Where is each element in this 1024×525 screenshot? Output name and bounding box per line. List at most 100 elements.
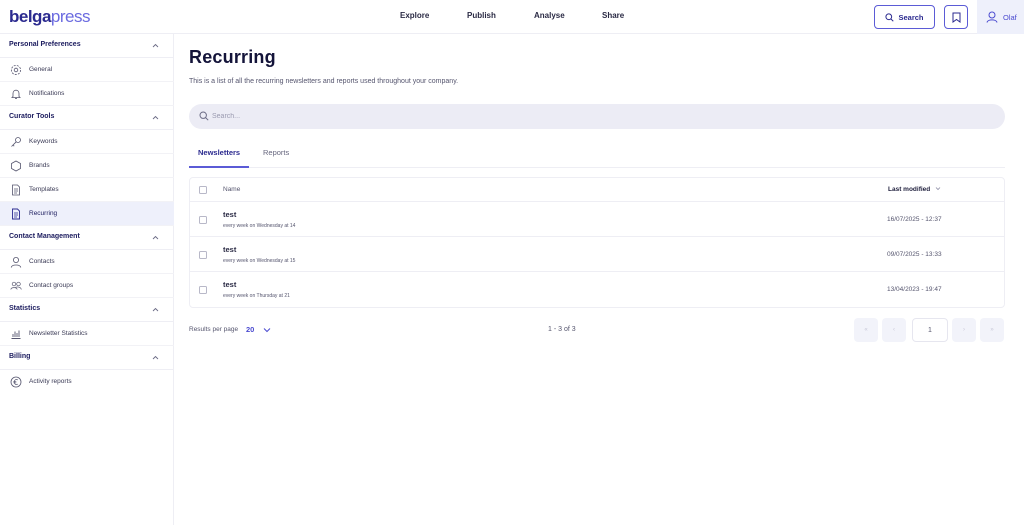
table-row[interactable]: test every week on Thursday at 21 13/04/…: [190, 272, 1004, 307]
chevron-down-icon[interactable]: [263, 327, 271, 333]
sidebar-item-label: Templates: [29, 186, 59, 193]
sidebar-section-personal-preferences[interactable]: Personal Preferences: [0, 34, 174, 58]
sidebar-item-label: Contact groups: [29, 282, 74, 289]
sidebar-item-label: General: [29, 66, 53, 73]
page-title: Recurring: [189, 47, 276, 67]
section-title: Personal Preferences: [9, 41, 81, 48]
row-title: test: [223, 210, 237, 219]
double-chevron-left-icon: «: [864, 327, 868, 333]
bookmark-icon: [952, 12, 960, 23]
nav-analyse[interactable]: Analyse: [534, 11, 565, 20]
tab-newsletters[interactable]: Newsletters: [189, 148, 250, 168]
table-header: Name Last modified: [190, 178, 1004, 202]
hexagon-icon: [11, 160, 21, 172]
chevron-up-icon: [152, 43, 159, 48]
search-button[interactable]: Search: [874, 5, 935, 29]
nav-publish[interactable]: Publish: [467, 11, 496, 20]
first-page-button[interactable]: «: [854, 318, 878, 342]
nav-explore[interactable]: Explore: [400, 11, 429, 20]
current-page-field[interactable]: 1: [912, 318, 948, 342]
row-title: test: [223, 245, 237, 254]
search-bar[interactable]: [189, 104, 1005, 129]
current-page-number: 1: [928, 326, 932, 334]
sidebar: Personal Preferences General Notificatio…: [0, 34, 174, 525]
sidebar-item-label: Recurring: [29, 210, 58, 217]
nav-share[interactable]: Share: [602, 11, 624, 20]
logo-part-2: press: [50, 7, 91, 26]
results-per-page-select[interactable]: 20: [246, 325, 254, 334]
sidebar-item-label: Notifications: [29, 90, 65, 97]
chevron-left-icon: ‹: [893, 327, 895, 333]
sidebar-item-keywords[interactable]: Keywords: [0, 130, 174, 154]
tab-bar: Newsletters Reports: [189, 144, 1005, 168]
sidebar-item-templates[interactable]: Templates: [0, 178, 174, 202]
row-last-modified: 13/04/2023 - 19:47: [887, 286, 942, 293]
search-button-label: Search: [898, 12, 924, 22]
top-bar: belgapress Explore Publish Analyse Share…: [0, 0, 1024, 34]
euro-icon: [10, 376, 22, 388]
sidebar-item-newsletter-statistics[interactable]: Newsletter Statistics: [0, 322, 174, 346]
sidebar-item-contacts[interactable]: Contacts: [0, 250, 174, 274]
row-last-modified: 09/07/2025 - 13:33: [887, 251, 942, 258]
last-page-button[interactable]: »: [980, 318, 1004, 342]
user-menu[interactable]: Olaf: [977, 0, 1024, 34]
section-title: Statistics: [9, 305, 41, 312]
sidebar-item-label: Activity reports: [29, 378, 72, 385]
row-schedule: every week on Wednesday at 15: [223, 258, 296, 264]
chevron-right-icon: ›: [963, 327, 965, 333]
sidebar-item-notifications[interactable]: Notifications: [0, 82, 174, 106]
row-last-modified: 16/07/2025 - 12:37: [887, 216, 942, 223]
section-title: Contact Management: [9, 233, 80, 240]
next-page-button[interactable]: ›: [952, 318, 976, 342]
search-icon: [199, 111, 209, 121]
chevron-up-icon: [152, 235, 159, 240]
bar-chart-icon: [11, 330, 21, 339]
logo-part-1: belga: [9, 7, 51, 26]
select-all-checkbox[interactable]: [199, 186, 207, 194]
bell-icon: [11, 89, 21, 99]
document-icon: [12, 184, 20, 196]
section-title: Curator Tools: [9, 113, 55, 120]
sidebar-section-statistics[interactable]: Statistics: [0, 298, 174, 322]
sidebar-item-general[interactable]: General: [0, 58, 174, 82]
row-checkbox[interactable]: [199, 251, 207, 259]
row-checkbox[interactable]: [199, 216, 207, 224]
belgapress-logo[interactable]: belgapress: [9, 7, 90, 27]
double-chevron-right-icon: »: [990, 327, 994, 333]
search-input[interactable]: [212, 109, 912, 124]
document-icon: [12, 208, 20, 220]
sidebar-item-label: Newsletter Statistics: [29, 330, 88, 337]
page-subtitle: This is a list of all the recurring news…: [189, 78, 459, 85]
sidebar-item-brands[interactable]: Brands: [0, 154, 174, 178]
table-row[interactable]: test every week on Wednesday at 15 09/07…: [190, 237, 1004, 272]
chevron-up-icon: [152, 307, 159, 312]
column-header-label: Last modified: [888, 186, 931, 193]
sidebar-item-recurring[interactable]: Recurring: [0, 202, 174, 226]
results-range: 1 - 3 of 3: [548, 326, 576, 333]
column-header-name: Name: [223, 186, 241, 193]
row-title: test: [223, 280, 237, 289]
bookmarks-button[interactable]: [944, 5, 968, 29]
user-icon: [986, 11, 998, 23]
sidebar-item-label: Brands: [29, 162, 50, 169]
sidebar-section-curator-tools[interactable]: Curator Tools: [0, 106, 174, 130]
previous-page-button[interactable]: ‹: [882, 318, 906, 342]
sidebar-section-contact-management[interactable]: Contact Management: [0, 226, 174, 250]
tab-reports[interactable]: Reports: [263, 148, 289, 168]
sidebar-item-activity-reports[interactable]: Activity reports: [0, 370, 174, 394]
users-icon: [10, 281, 22, 290]
sidebar-item-label: Contacts: [29, 258, 55, 265]
user-icon: [10, 257, 22, 268]
user-name: Olaf: [1003, 12, 1017, 22]
sidebar-item-label: Keywords: [29, 138, 58, 145]
sidebar-item-contact-groups[interactable]: Contact groups: [0, 274, 174, 298]
table-row[interactable]: test every week on Wednesday at 14 16/07…: [190, 202, 1004, 237]
chevron-up-icon: [152, 115, 159, 120]
sidebar-section-billing[interactable]: Billing: [0, 346, 174, 370]
newsletters-table: Name Last modified test every week on We…: [189, 177, 1005, 308]
row-checkbox[interactable]: [199, 286, 207, 294]
chevron-down-icon: [935, 187, 941, 191]
chevron-up-icon: [152, 355, 159, 360]
search-icon: [885, 12, 895, 22]
column-header-last-modified[interactable]: Last modified: [888, 186, 941, 193]
